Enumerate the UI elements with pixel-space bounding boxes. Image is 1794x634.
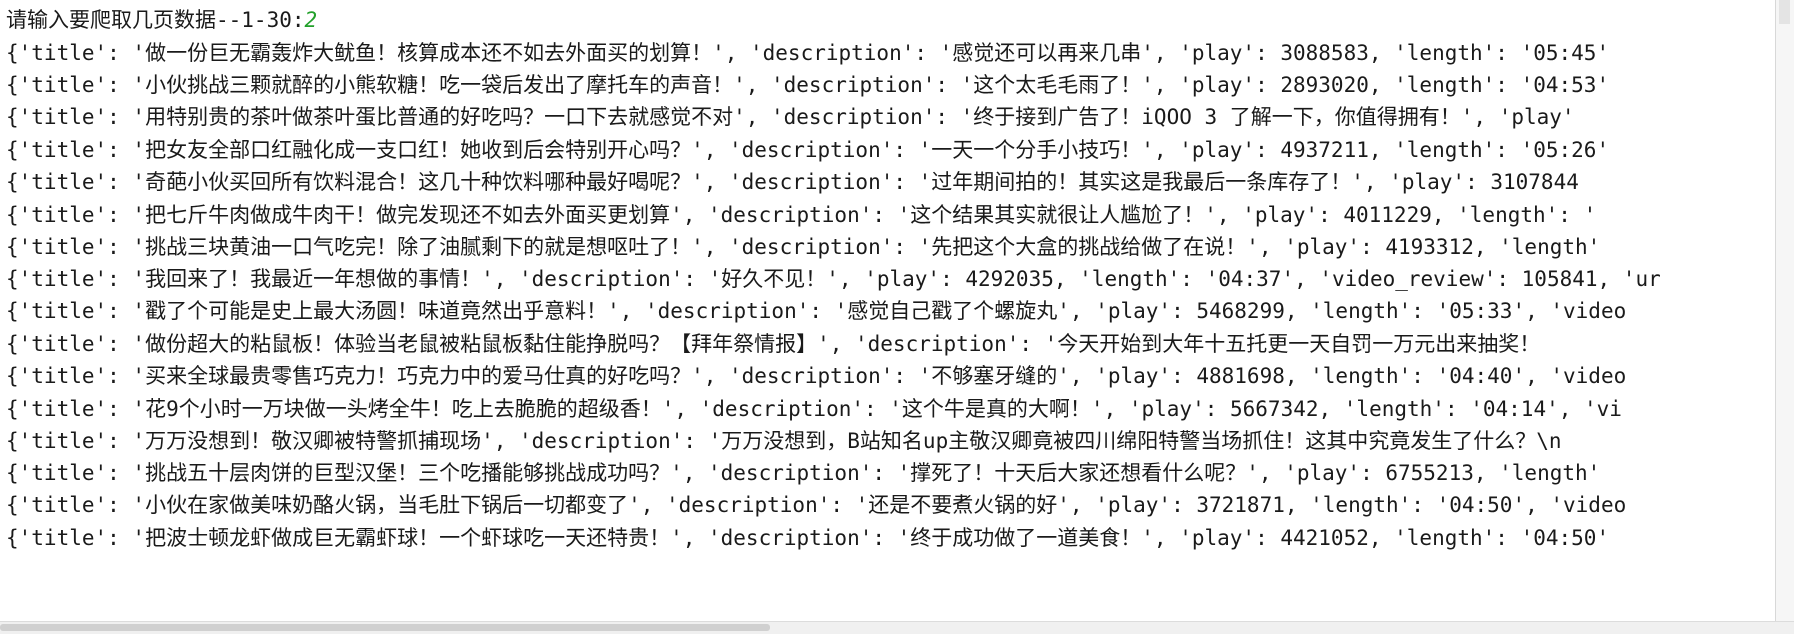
vertical-scrollbar-thumb[interactable]: [1779, 0, 1790, 24]
output-line: {'title': '买来全球最贵零售巧克力！巧克力中的爱马仕真的好吃吗？', …: [6, 364, 1627, 388]
output-line: {'title': '小伙在家做美味奶酪火锅，当毛肚下锅后一切都变了', 'de…: [6, 493, 1627, 517]
horizontal-scrollbar[interactable]: [0, 621, 1794, 634]
vertical-scrollbar[interactable]: [1775, 0, 1794, 622]
input-prompt: 请输入要爬取几页数据--1-30:: [6, 8, 305, 32]
output-line: {'title': '用特别贵的茶叶做茶叶蛋比普通的好吃吗？一口下去就感觉不对'…: [6, 105, 1575, 129]
output-line: {'title': '戳了个可能是史上最大汤圆！味道竟然出乎意料！', 'des…: [6, 299, 1627, 323]
output-line: {'title': '奇葩小伙买回所有饮料混合！这几十种饮料哪种最好喝呢？', …: [6, 170, 1579, 194]
horizontal-scrollbar-thumb[interactable]: [0, 624, 770, 631]
input-prompt-line: 请输入要爬取几页数据--1-30:2: [6, 2, 317, 39]
console-output[interactable]: 请输入要爬取几页数据--1-30:2 {'title': '做一份巨无霸轰炸大鱿…: [0, 0, 1776, 622]
output-line: {'title': '把波士顿龙虾做成巨无霸虾球！一个虾球吃一天还特贵！', '…: [6, 526, 1610, 550]
input-value[interactable]: 2: [305, 8, 318, 32]
